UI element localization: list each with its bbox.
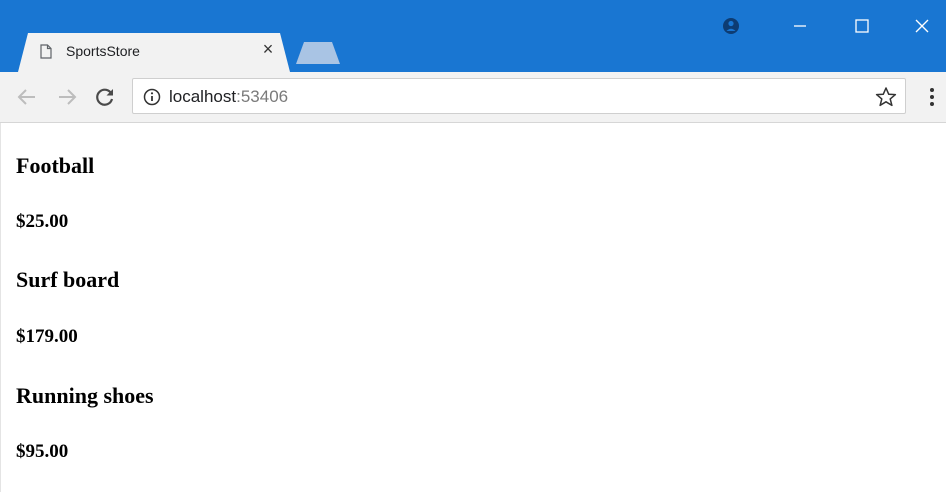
product-name: Football [16,153,95,178]
url-port: :53406 [236,87,289,106]
product-item: Football [16,153,94,179]
product-name: Surf board [16,267,120,292]
page-icon [40,44,52,59]
product-name: Running shoes [16,383,154,408]
url-text[interactable]: localhost:53406 [169,87,288,107]
browser-toolbar: localhost:53406 [0,72,946,123]
product-price-row: $95.00 [16,441,68,463]
tab-title: SportsStore [66,43,140,59]
url-host: localhost [169,87,237,106]
account-icon[interactable] [720,12,742,40]
close-icon[interactable]: × [258,39,278,59]
star-icon[interactable] [875,86,897,108]
product-item: Running shoes [16,383,154,409]
browser-tab[interactable]: SportsStore × [18,33,290,72]
reload-icon[interactable] [92,84,118,110]
product-item: Surf board [16,267,119,293]
product-price: $25.00 [16,211,69,232]
window-close-icon[interactable] [908,12,936,40]
product-price-row: $25.00 [16,211,68,233]
maximize-icon[interactable] [848,12,876,40]
new-tab-icon[interactable] [296,42,340,64]
product-price: $95.00 [16,441,69,462]
menu-icon[interactable] [922,84,942,110]
product-price: $179.00 [16,326,78,347]
product-price-row: $179.00 [16,326,78,348]
minimize-icon[interactable] [786,12,814,40]
address-bar[interactable]: localhost:53406 [132,78,906,114]
back-arrow-icon[interactable] [14,84,40,110]
page-content: Football $25.00 Surf board $179.00 Runni… [0,123,946,492]
forward-arrow-icon[interactable] [54,84,80,110]
info-icon[interactable] [143,88,161,106]
browser-titlebar: SportsStore × [0,0,946,72]
